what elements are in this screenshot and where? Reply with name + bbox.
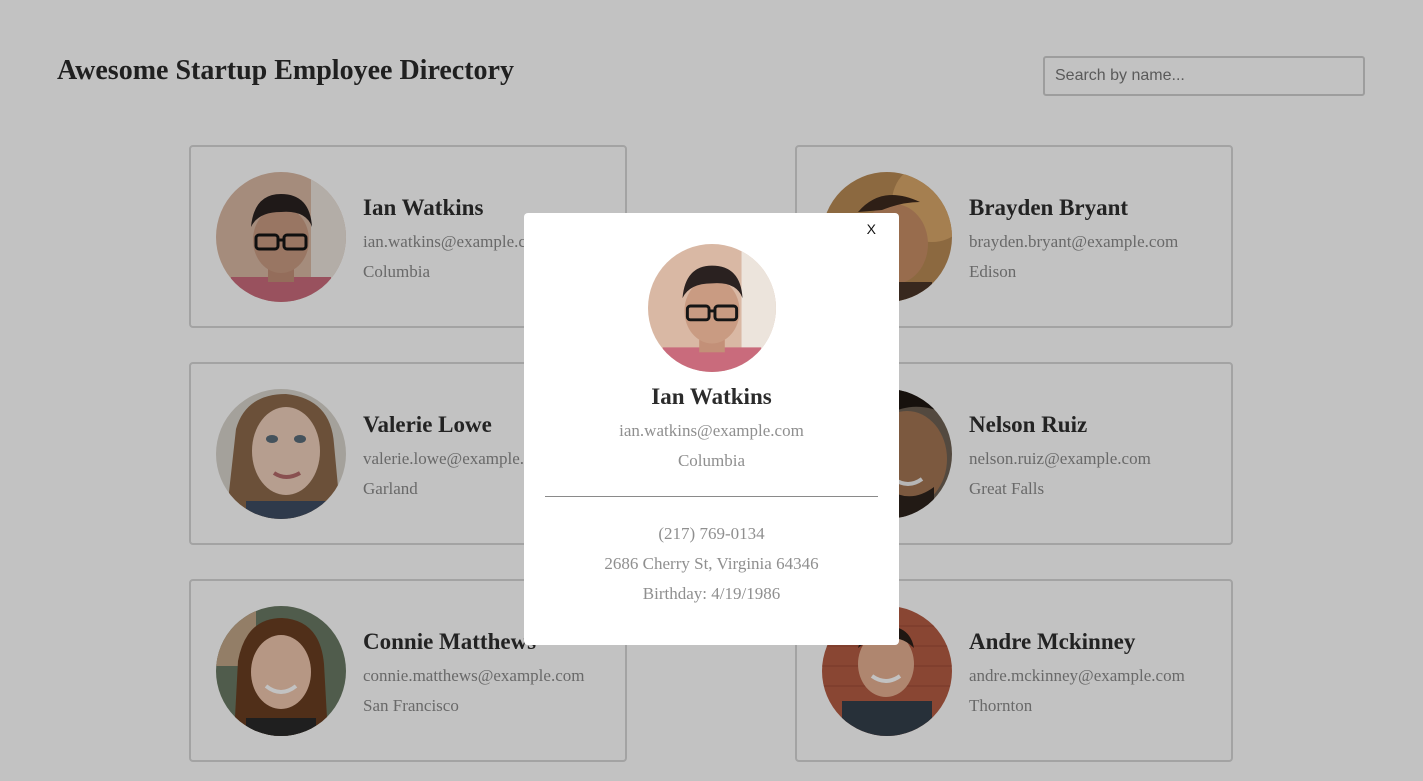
modal-address: 2686 Cherry St, Virginia 64346	[604, 554, 819, 573]
modal-email: ian.watkins@example.com	[619, 421, 804, 440]
modal-city: Columbia	[677, 451, 746, 470]
modal-birthday: Birthday: 4/19/1986	[642, 584, 781, 603]
modal-name: Ian Watkins	[651, 384, 772, 409]
modal-divider	[545, 496, 878, 497]
close-button[interactable]: X	[865, 219, 878, 239]
employee-modal: X Ian Watkins ian.watkins@example.com Co…	[524, 213, 899, 645]
modal-avatar	[648, 244, 776, 372]
modal-phone: (217) 769-0134	[658, 524, 765, 543]
directory-page: Awesome Startup Employee Directory Ian W…	[0, 0, 1423, 781]
